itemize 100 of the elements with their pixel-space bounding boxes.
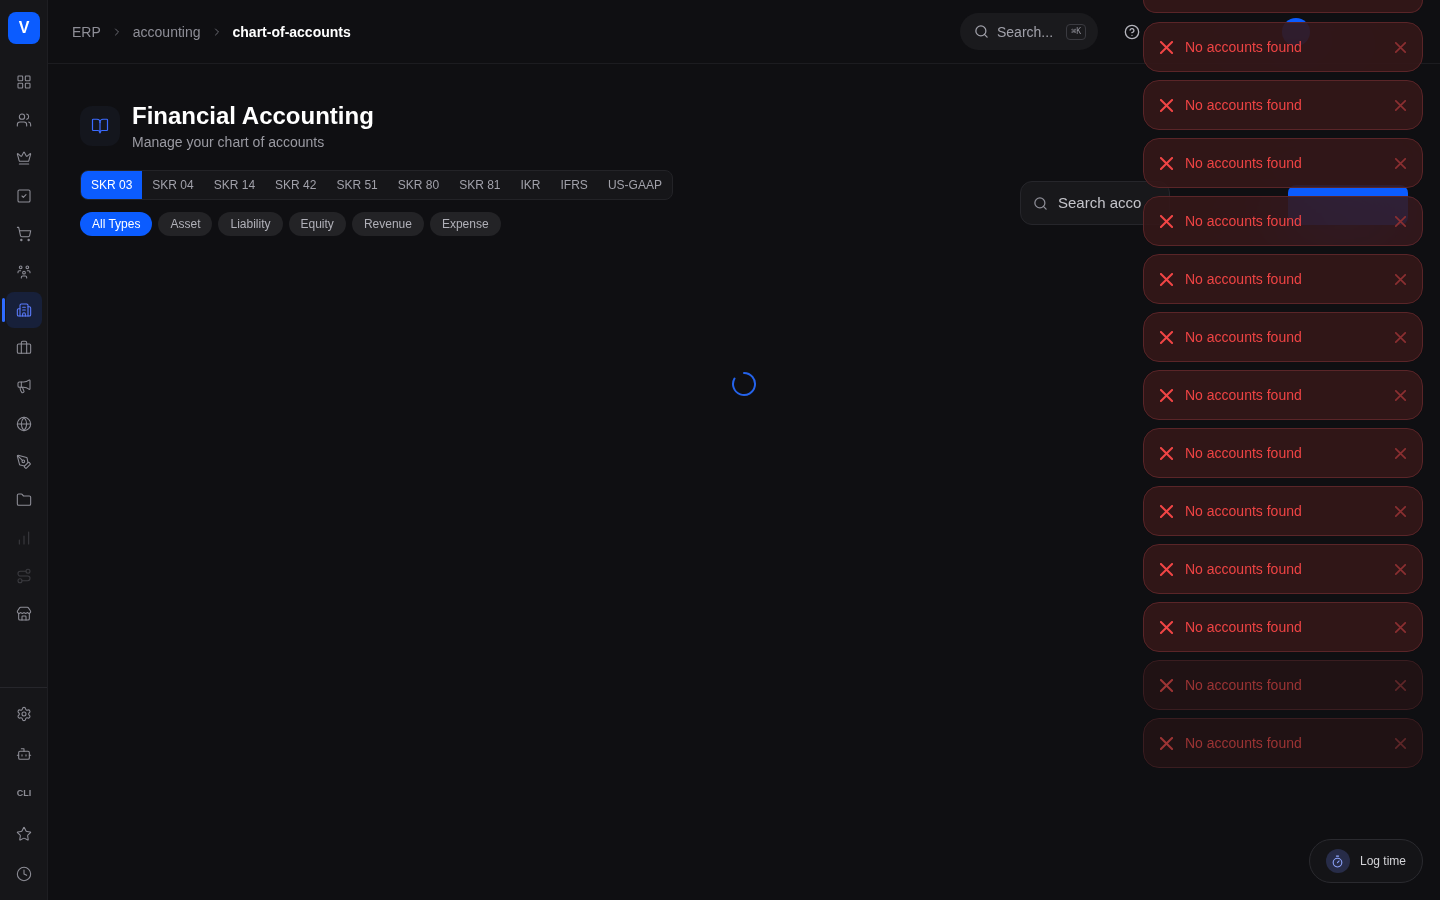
error-icon bbox=[1160, 562, 1173, 576]
tab[interactable]: SKR 04 bbox=[142, 171, 204, 199]
page-title: Financial Accounting bbox=[132, 101, 374, 131]
globe-icon bbox=[16, 416, 32, 432]
toast-message: No accounts found bbox=[1185, 502, 1302, 521]
stopwatch-icon bbox=[1325, 849, 1350, 873]
app-logo[interactable]: V bbox=[8, 12, 40, 44]
cart-icon bbox=[16, 226, 32, 242]
close-button[interactable] bbox=[1395, 621, 1406, 633]
close-icon bbox=[1395, 389, 1406, 401]
shortcut-key: ⌘K bbox=[1066, 23, 1086, 40]
toast-message: No accounts found bbox=[1185, 212, 1302, 231]
error-icon bbox=[1160, 330, 1173, 344]
error-icon bbox=[1160, 388, 1173, 402]
close-icon bbox=[1395, 621, 1406, 633]
toast-message: No accounts found bbox=[1185, 560, 1302, 579]
close-button[interactable] bbox=[1395, 99, 1406, 111]
error-icon bbox=[1160, 446, 1173, 460]
clock-icon bbox=[16, 866, 32, 882]
breadcrumb-link[interactable]: ERP bbox=[72, 21, 101, 42]
settings-icon bbox=[16, 706, 32, 722]
pen-icon bbox=[16, 454, 32, 470]
close-icon bbox=[1395, 41, 1406, 53]
toast-message: No accounts found bbox=[1185, 154, 1302, 173]
sidebar-item[interactable] bbox=[6, 292, 42, 328]
filter-chip[interactable]: Expense bbox=[429, 212, 501, 236]
search-icon bbox=[1033, 195, 1048, 211]
tab[interactable]: IFRS bbox=[550, 171, 598, 199]
sidebar-item[interactable]: CLI bbox=[6, 776, 42, 812]
close-icon bbox=[1395, 157, 1406, 169]
breadcrumb-link[interactable]: accounting bbox=[132, 21, 201, 42]
folder-icon bbox=[16, 492, 32, 508]
close-icon bbox=[1395, 447, 1406, 459]
close-icon bbox=[1395, 273, 1406, 285]
close-icon bbox=[1395, 563, 1406, 575]
error-icon bbox=[1160, 40, 1173, 54]
close-button[interactable] bbox=[1395, 215, 1406, 227]
toast-message: No accounts found bbox=[1185, 96, 1302, 115]
tab[interactable]: SKR 80 bbox=[387, 171, 450, 199]
toast-message: No accounts found bbox=[1185, 734, 1302, 753]
close-icon bbox=[1395, 99, 1406, 111]
breadcrumb-current: chart-of-accounts bbox=[232, 22, 351, 42]
page-subtitle: Manage your chart of accounts bbox=[132, 133, 326, 152]
close-button[interactable] bbox=[1395, 563, 1406, 575]
toast-message: No accounts found bbox=[1185, 38, 1302, 57]
close-button[interactable] bbox=[1395, 157, 1406, 169]
error-icon bbox=[1160, 156, 1173, 170]
book-icon bbox=[80, 106, 120, 146]
error-icon bbox=[1160, 736, 1173, 750]
users-icon bbox=[16, 112, 32, 128]
close-button[interactable] bbox=[1395, 389, 1406, 401]
close-button[interactable] bbox=[1395, 331, 1406, 343]
bar-chart-icon bbox=[16, 530, 32, 546]
error-icon bbox=[1160, 620, 1173, 634]
help-icon[interactable] bbox=[1124, 23, 1140, 40]
route-icon bbox=[16, 568, 32, 584]
close-icon bbox=[1395, 331, 1406, 343]
tab[interactable]: SKR 51 bbox=[326, 171, 388, 199]
search-label: Search... bbox=[997, 22, 1054, 42]
filter-chip[interactable]: All Types bbox=[80, 212, 153, 236]
tab[interactable]: SKR 81 bbox=[449, 171, 511, 199]
error-icon bbox=[1160, 98, 1173, 112]
log-time-button[interactable]: Log time bbox=[1308, 839, 1423, 883]
tab[interactable]: IKR bbox=[510, 171, 551, 199]
tab[interactable]: SKR 42 bbox=[265, 171, 327, 199]
megaphone-icon bbox=[16, 378, 32, 394]
grid-icon bbox=[16, 74, 32, 90]
toast-message: No accounts found bbox=[1185, 676, 1302, 695]
tab[interactable]: SKR 14 bbox=[203, 171, 266, 199]
crown-icon bbox=[16, 150, 32, 166]
checkbox-icon bbox=[16, 188, 32, 204]
building-icon bbox=[16, 302, 32, 318]
close-button[interactable] bbox=[1395, 505, 1406, 517]
global-search-button[interactable]: Search... ⌘K bbox=[960, 13, 1098, 50]
search-input[interactable]: Search acco bbox=[1058, 191, 1158, 215]
filter-chip[interactable]: Revenue bbox=[351, 212, 424, 236]
error-icon bbox=[1160, 214, 1173, 228]
error-icon bbox=[1160, 504, 1173, 518]
tab[interactable]: SKR 03 bbox=[81, 171, 143, 199]
filter-chip[interactable]: Liability bbox=[218, 212, 283, 236]
close-icon bbox=[1395, 215, 1406, 227]
close-button[interactable] bbox=[1395, 447, 1406, 459]
close-icon bbox=[1395, 737, 1406, 749]
filter-chip[interactable]: Equity bbox=[288, 212, 346, 236]
toast-message: No accounts found bbox=[1185, 444, 1302, 463]
robot-icon bbox=[16, 746, 32, 762]
store-icon bbox=[16, 606, 32, 622]
close-button[interactable] bbox=[1395, 41, 1406, 53]
search-icon bbox=[974, 24, 989, 39]
star-icon bbox=[16, 826, 32, 842]
toast-message: No accounts found bbox=[1185, 386, 1302, 405]
close-icon bbox=[1395, 505, 1406, 517]
toast-message: No accounts found bbox=[1185, 270, 1302, 289]
tab[interactable]: US-GAAP bbox=[597, 171, 672, 199]
toast-message: No accounts found bbox=[1185, 618, 1302, 637]
people-group-icon bbox=[16, 264, 32, 280]
close-button[interactable] bbox=[1395, 273, 1406, 285]
error-icon bbox=[1160, 272, 1173, 286]
filter-chip[interactable]: Asset bbox=[158, 212, 213, 236]
briefcase-icon bbox=[16, 340, 32, 356]
